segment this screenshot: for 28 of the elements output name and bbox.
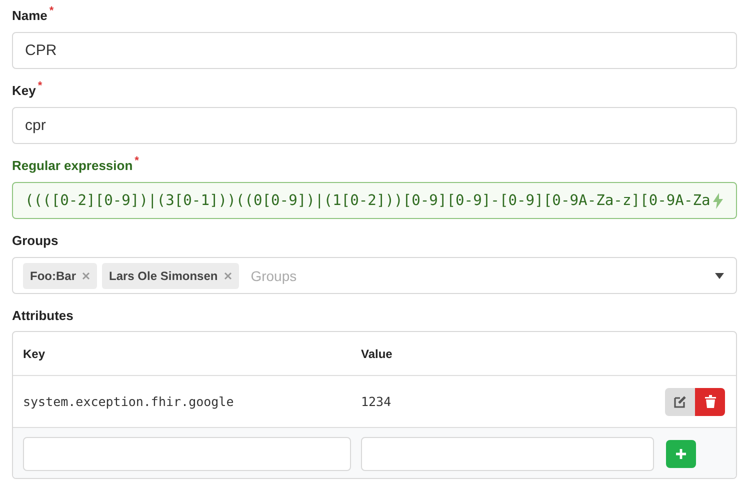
- add-button[interactable]: [666, 440, 696, 468]
- column-header: Key: [22, 346, 46, 362]
- field-label: Attributes: [12, 308, 74, 324]
- required-mark: *: [38, 80, 42, 94]
- close-icon[interactable]: [82, 272, 90, 280]
- plus-icon: [676, 448, 686, 458]
- field-label: Name: [12, 8, 48, 24]
- delete-button[interactable]: [695, 388, 725, 416]
- groups-field[interactable]: Foo:Bar Lars Ole Simonsen Groups: [12, 257, 737, 294]
- required-mark: *: [49, 5, 54, 19]
- close-icon[interactable]: [224, 272, 232, 280]
- group-tag[interactable]: Foo:Bar: [23, 262, 97, 288]
- value-input[interactable]: [361, 436, 654, 470]
- required-mark: *: [134, 155, 139, 169]
- group-tag[interactable]: Lars Ole Simonsen: [102, 262, 239, 288]
- field-label: Regular expression: [12, 158, 133, 174]
- table-cell-text: system.exception.fhir.google: [22, 393, 235, 411]
- key-input[interactable]: [23, 436, 351, 470]
- field-label: Groups: [12, 233, 58, 249]
- edit-button[interactable]: [665, 388, 695, 416]
- groups-placeholder: Groups: [250, 268, 298, 284]
- trash-icon: [704, 395, 716, 408]
- lightning-icon[interactable]: [712, 192, 724, 208]
- column-header: Value: [360, 346, 394, 362]
- caret-icon[interactable]: [715, 272, 724, 278]
- field-label: Key: [12, 83, 36, 99]
- edit-icon: [674, 395, 686, 408]
- table-cell-text: 1234: [360, 393, 392, 411]
